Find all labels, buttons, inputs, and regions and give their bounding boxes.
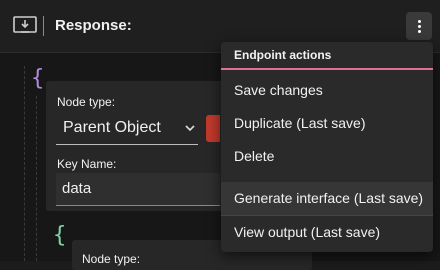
menu-item-delete[interactable]: Delete <box>221 140 433 173</box>
header-divider <box>43 16 44 36</box>
key-name-label: Key Name: <box>57 157 117 171</box>
chevron-down-icon <box>185 125 195 132</box>
menu-item-label: Save changes <box>234 82 323 98</box>
open-brace: { <box>31 66 45 91</box>
inner-open-brace: { <box>53 223 67 248</box>
menu-item-label: View output (Last save) <box>234 224 381 240</box>
node-type-select[interactable]: Parent Object <box>56 112 198 145</box>
menu-item-generate-interface[interactable]: Generate interface (Last save) <box>221 182 433 215</box>
menu-header: Endpoint actions <box>221 42 433 70</box>
remove-node-button[interactable] <box>206 115 220 142</box>
menu-item-label: Delete <box>234 148 275 164</box>
download-icon[interactable] <box>12 14 38 36</box>
node-type-label: Node type: <box>57 95 116 109</box>
menu-item-label: Duplicate (Last save) <box>234 115 366 131</box>
endpoint-actions-menu: Endpoint actions Save changes Duplicate … <box>221 42 433 252</box>
menu-item-save-changes[interactable]: Save changes <box>221 74 433 107</box>
child-node-type-label: Node type: <box>82 252 141 266</box>
menu-item-view-output[interactable]: View output (Last save) <box>221 216 433 249</box>
page-title: Response: <box>55 17 132 34</box>
indent-guide <box>24 66 25 261</box>
menu-item-label: Generate interface (Last save) <box>234 190 424 206</box>
node-type-value: Parent Object <box>63 119 161 136</box>
key-name-input[interactable]: data <box>56 173 220 206</box>
menu-title: Endpoint actions <box>234 48 332 62</box>
menu-item-duplicate[interactable]: Duplicate (Last save) <box>221 107 433 140</box>
indent-guide <box>36 96 37 261</box>
more-vertical-icon[interactable] <box>406 12 432 40</box>
key-name-value: data <box>62 180 92 197</box>
